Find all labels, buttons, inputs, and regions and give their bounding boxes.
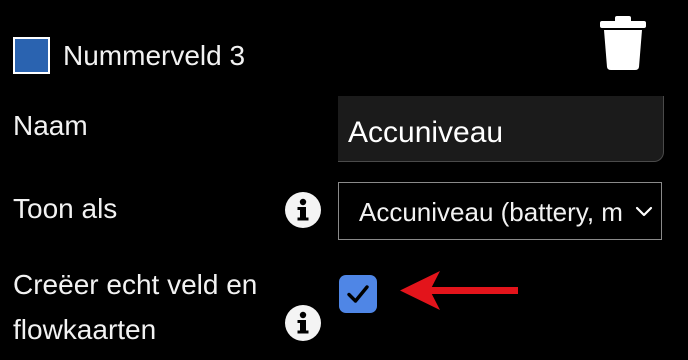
show-as-select[interactable]: Accuniveau (battery, measure_battery) bbox=[338, 182, 662, 240]
show-as-label: Toon als bbox=[13, 193, 118, 224]
red-arrow-annotation bbox=[398, 268, 520, 314]
name-label: Naam bbox=[13, 110, 88, 141]
chevron-down-icon bbox=[635, 203, 653, 221]
checkmark-icon bbox=[347, 285, 369, 303]
info-icon[interactable] bbox=[285, 305, 321, 341]
field-settings-panel: Nummerveld 3 Naam Toon als Accuniveau (b… bbox=[0, 0, 688, 360]
trash-icon[interactable] bbox=[599, 15, 647, 71]
name-input[interactable] bbox=[338, 96, 664, 162]
create-field-label-line1: Creëer echt veld en bbox=[13, 269, 258, 300]
info-icon[interactable] bbox=[285, 192, 321, 228]
create-field-label: Creëer echt veld en flowkaarten bbox=[13, 262, 257, 352]
create-field-label-line2: flowkaarten bbox=[13, 314, 157, 345]
create-field-checkbox[interactable] bbox=[339, 275, 377, 313]
color-swatch[interactable] bbox=[13, 37, 50, 74]
show-as-selected-value: Accuniveau (battery, measure_battery) bbox=[359, 197, 624, 227]
field-title: Nummerveld 3 bbox=[63, 40, 246, 71]
